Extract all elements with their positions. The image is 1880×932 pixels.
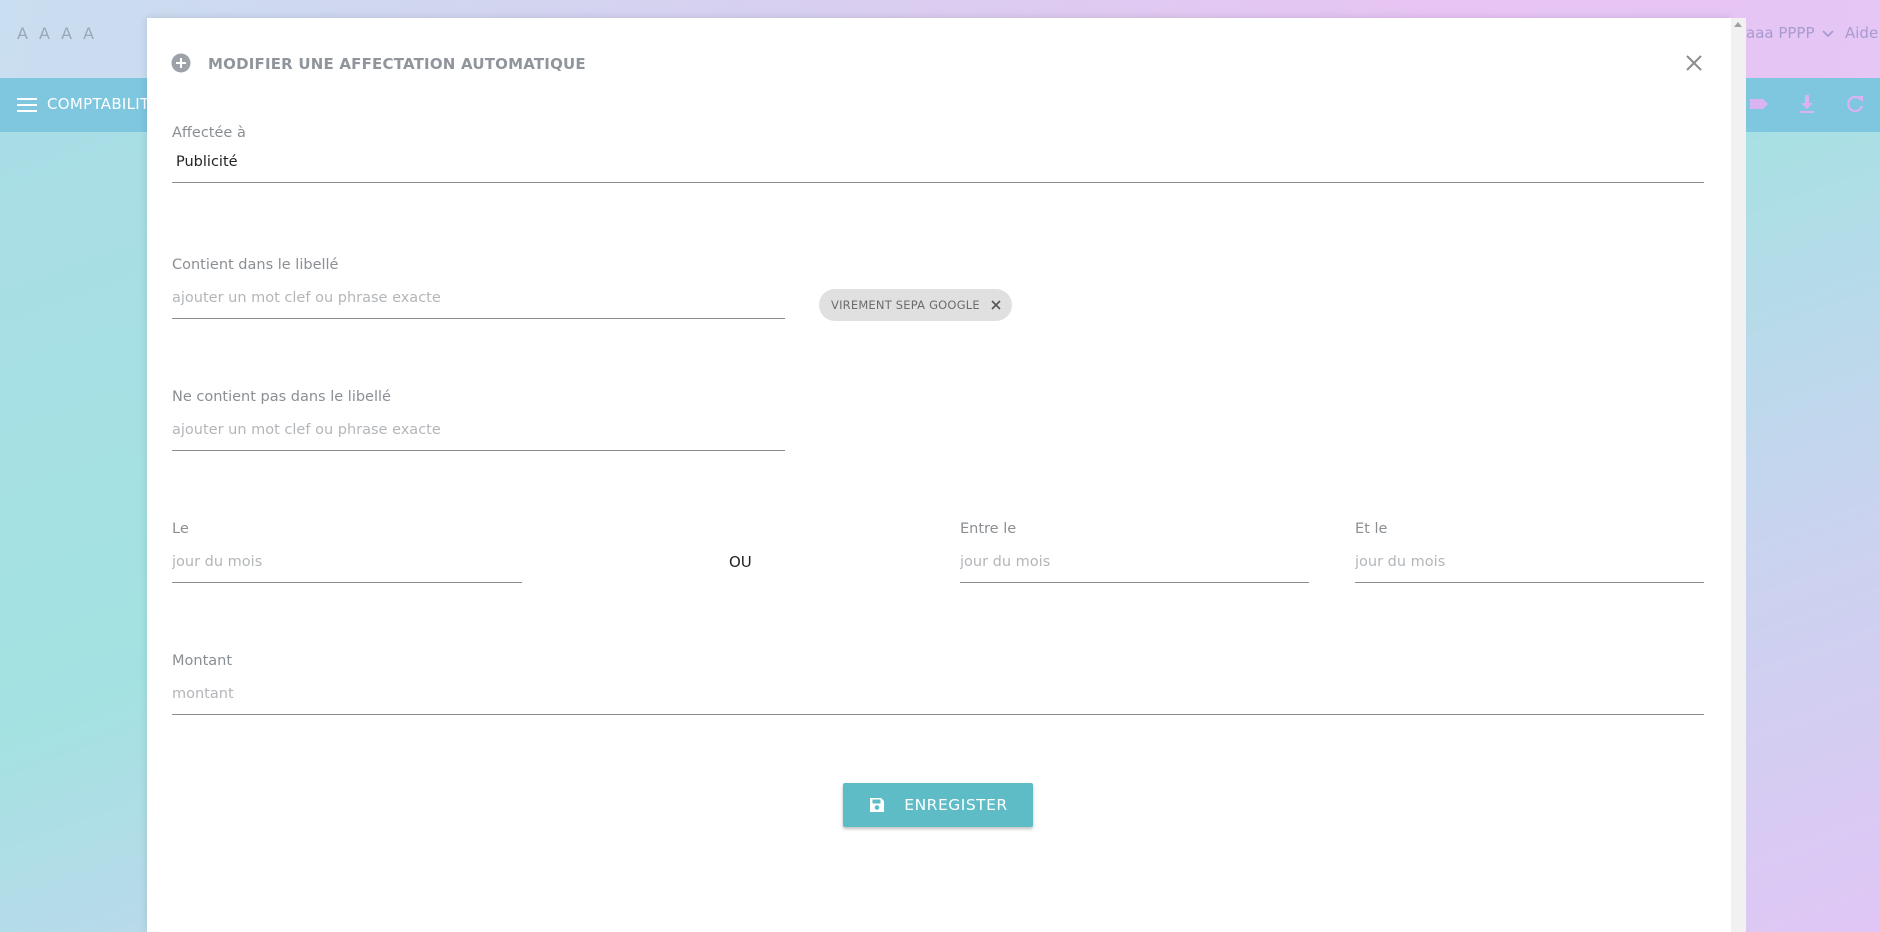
save-label: ENREGISTER xyxy=(904,796,1008,814)
tag-icon[interactable] xyxy=(1748,92,1770,116)
day-label: Le xyxy=(172,521,189,537)
and-label: Et le xyxy=(1355,521,1388,537)
help-link[interactable]: Aide xyxy=(1845,24,1878,42)
close-icon[interactable] xyxy=(1683,52,1705,74)
between-label: Entre le xyxy=(960,521,1017,537)
and-input[interactable] xyxy=(1355,548,1704,583)
assigned-to-label: Affectée à xyxy=(172,125,246,141)
nav-actions xyxy=(1748,92,1866,116)
contains-input[interactable] xyxy=(172,284,785,319)
refresh-icon[interactable] xyxy=(1844,92,1866,116)
chevron-down-icon xyxy=(1821,30,1834,38)
download-icon[interactable] xyxy=(1796,92,1818,116)
chip-label: VIREMENT SEPA GOOGLE xyxy=(831,298,980,312)
remove-chip-icon[interactable] xyxy=(990,299,1002,311)
not-contains-label: Ne contient pas dans le libellé xyxy=(172,389,391,405)
between-input[interactable] xyxy=(960,548,1309,583)
keyword-chip: VIREMENT SEPA GOOGLE xyxy=(819,289,1012,321)
user-name: aaa PPPP xyxy=(1746,24,1815,42)
or-separator: OU xyxy=(729,553,752,571)
contains-label: Contient dans le libellé xyxy=(172,257,339,273)
day-input[interactable] xyxy=(172,548,522,583)
assigned-to-select[interactable] xyxy=(172,144,1704,183)
dialog-title: MODIFIER UNE AFFECTATION AUTOMATIQUE xyxy=(208,55,586,73)
scroll-up-arrow[interactable] xyxy=(1734,22,1742,27)
nav-title[interactable]: COMPTABILIT xyxy=(47,95,150,113)
not-contains-input[interactable] xyxy=(172,416,785,451)
dialog-scrollbar[interactable] xyxy=(1731,18,1746,932)
amount-label: Montant xyxy=(172,653,233,669)
save-button[interactable]: ENREGISTER xyxy=(843,783,1033,827)
brand-logo[interactable]: A A A A xyxy=(17,24,97,43)
amount-input[interactable] xyxy=(172,680,1704,715)
menu-icon[interactable] xyxy=(16,95,38,115)
save-icon xyxy=(870,798,885,812)
user-menu[interactable]: aaa PPPP xyxy=(1746,24,1835,42)
edit-assignment-dialog: MODIFIER UNE AFFECTATION AUTOMATIQUE Aff… xyxy=(147,18,1731,932)
add-circle-icon xyxy=(171,53,191,73)
